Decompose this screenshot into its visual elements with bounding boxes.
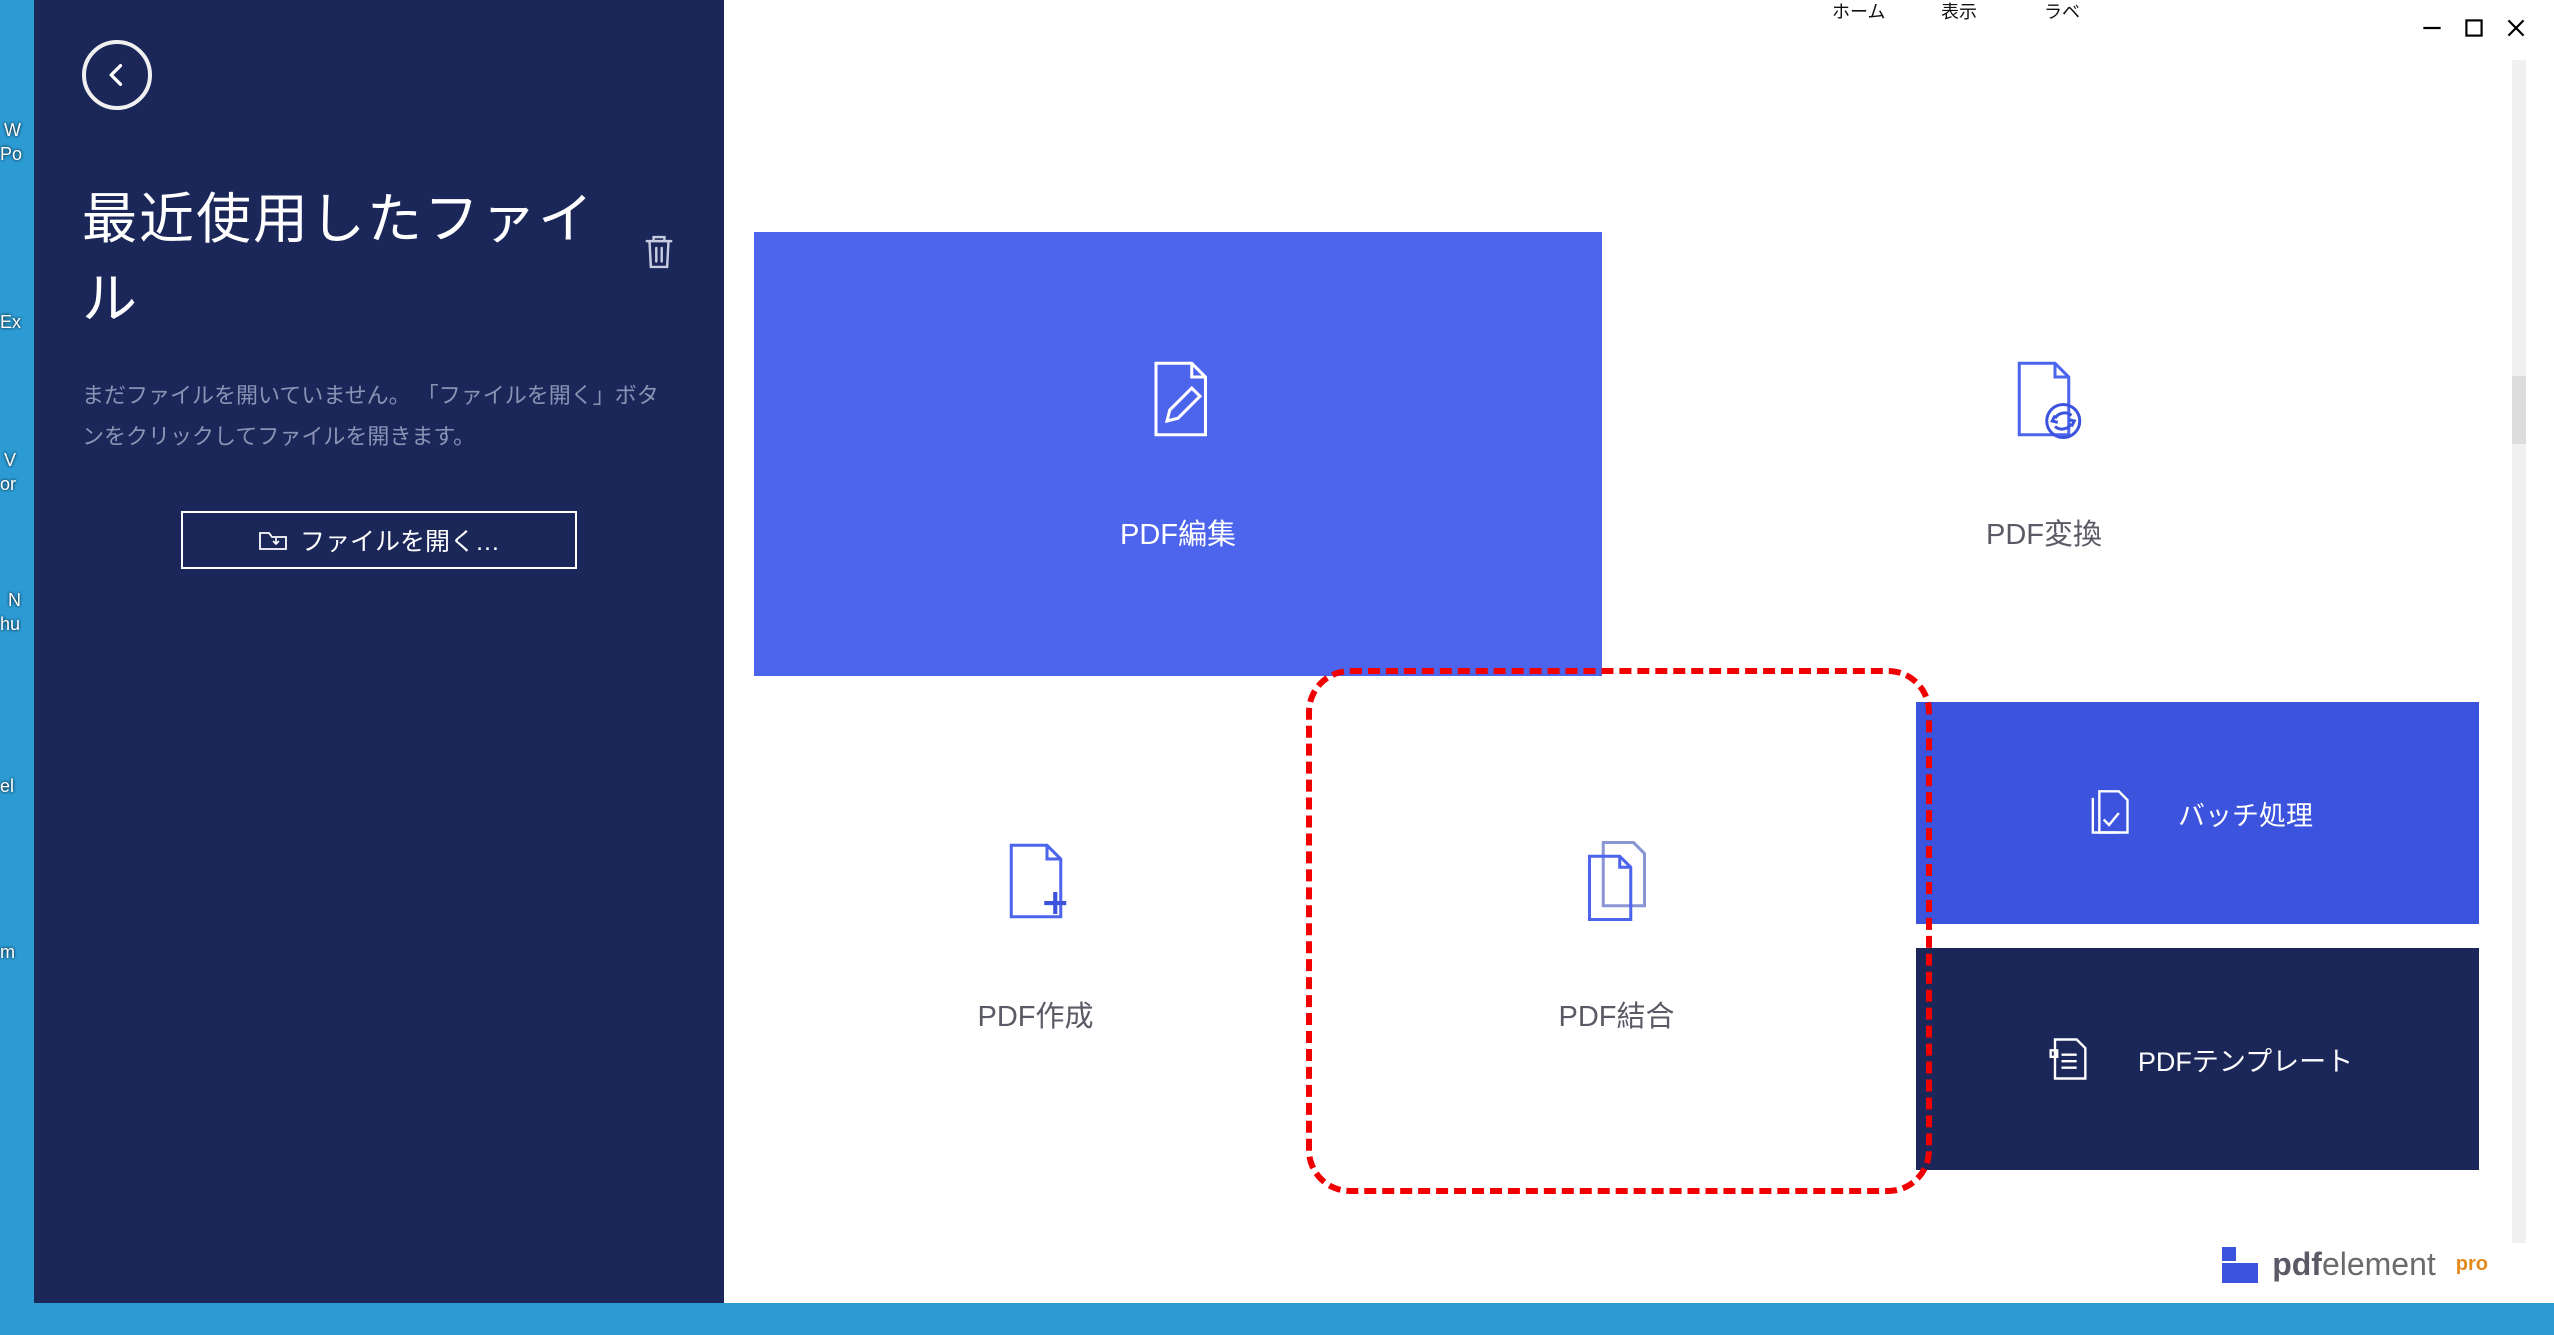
logo-edition: pro: [2456, 1253, 2488, 1276]
open-file-label: ファイルを開く…: [300, 522, 500, 558]
app-window: 最近使用したファイル まだファイルを開いていません。 「ファイルを開く」ボタンを…: [34, 0, 2554, 1303]
desktop-fragment: el: [0, 776, 14, 797]
window-controls: [2418, 14, 2530, 42]
maximize-icon: [2461, 15, 2487, 41]
tile-label: PDFテンプレート: [2138, 1040, 2353, 1079]
recent-title: 最近使用したファイル: [82, 174, 642, 334]
ribbon-tab-fragment: ホーム: [1832, 0, 1885, 24]
file-edit-icon: [1134, 355, 1222, 443]
desktop-fragment: W: [4, 120, 21, 141]
desktop-fragment: N: [8, 590, 21, 611]
tile-label: PDF編集: [1120, 511, 1236, 553]
minimize-button[interactable]: [2418, 14, 2446, 42]
tile-pdf-convert[interactable]: PDF変換: [1620, 232, 2468, 676]
ribbon-tab-fragment: 表示: [1941, 0, 1977, 24]
logo-mark-icon: [2222, 1247, 2258, 1283]
folder-open-icon: [258, 527, 288, 553]
ribbon-tab-fragment: ラベ: [2044, 0, 2080, 24]
close-icon: [2503, 15, 2529, 41]
tile-label: PDF結合: [1558, 993, 1674, 1035]
file-convert-icon: [2000, 355, 2088, 443]
tile-grid: PDF編集 PDF変換 PDF作成: [754, 232, 2512, 1170]
main-area: ホーム 表示 ラベ PDF編集: [724, 0, 2554, 1303]
sidebar: 最近使用したファイル まだファイルを開いていません。 「ファイルを開く」ボタンを…: [34, 0, 724, 1303]
tile-pdf-edit[interactable]: PDF編集: [754, 232, 1602, 676]
tile-pdf-create[interactable]: PDF作成: [754, 702, 1317, 1170]
desktop-fragment: Ex: [0, 312, 21, 333]
back-icon: [103, 61, 131, 89]
open-file-button[interactable]: ファイルを開く…: [181, 511, 577, 569]
recent-empty-message: まだファイルを開いていません。 「ファイルを開く」ボタンをクリックしてファイルを…: [82, 376, 676, 457]
trash-icon: [642, 233, 676, 271]
close-button[interactable]: [2502, 14, 2530, 42]
desktop-fragment: or: [0, 474, 16, 495]
desktop-fragment: m: [0, 942, 15, 963]
file-create-icon: [992, 837, 1080, 925]
desktop-fragment: V: [4, 450, 16, 471]
tile-pdf-merge[interactable]: PDF結合: [1335, 702, 1898, 1170]
tile-label: PDF作成: [977, 993, 1093, 1035]
product-logo: pdfelement pro: [2222, 1246, 2488, 1283]
template-icon: [2042, 1033, 2094, 1085]
logo-text-light: element: [2322, 1246, 2436, 1282]
clear-recent-button[interactable]: [642, 233, 676, 276]
maximize-button[interactable]: [2460, 14, 2488, 42]
minimize-icon: [2419, 15, 2445, 41]
logo-text-bold: pdf: [2272, 1246, 2322, 1282]
batch-icon: [2082, 787, 2134, 839]
tile-label: PDF変換: [1986, 511, 2102, 553]
tile-batch[interactable]: バッチ処理: [1916, 702, 2479, 924]
scrollbar[interactable]: [2512, 60, 2526, 1243]
file-merge-icon: [1573, 837, 1661, 925]
desktop-fragment: hu: [0, 614, 20, 635]
back-button[interactable]: [82, 40, 152, 110]
tile-template[interactable]: PDFテンプレート: [1916, 948, 2479, 1170]
logo-text: pdfelement: [2272, 1246, 2436, 1283]
tile-label: バッチ処理: [2178, 794, 2313, 833]
desktop-fragment: Po: [0, 144, 22, 165]
